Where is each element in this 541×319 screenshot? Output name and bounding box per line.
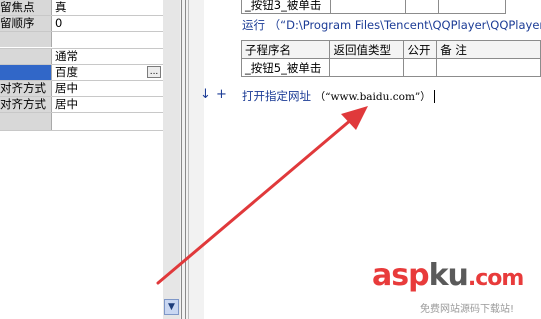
property-name (0, 113, 52, 130)
watermark-logo: aspku.com 免费网站源码下载站! (372, 258, 541, 319)
remark-cell[interactable] (436, 58, 541, 77)
ellipsis-button[interactable]: ... (147, 66, 161, 78)
property-value[interactable] (53, 32, 163, 47)
property-row[interactable]: 对齐方式 居中 (0, 97, 163, 113)
property-scrollbar[interactable] (163, 0, 180, 319)
property-row[interactable] (0, 32, 163, 49)
pane-splitter[interactable] (180, 0, 204, 319)
property-value[interactable]: 0 (53, 16, 163, 31)
property-value[interactable] (53, 113, 163, 128)
property-row[interactable] (0, 113, 163, 131)
property-name: 留焦点 (0, 0, 52, 15)
property-name (0, 65, 52, 80)
subroutine-name-cell[interactable]: _按钮5_被单击 (240, 58, 331, 77)
property-name: 对齐方式 (0, 81, 52, 96)
return-type-cell[interactable] (329, 58, 405, 77)
col-header-sub-name: 子程序名 (240, 40, 331, 59)
property-name: 对齐方式 (0, 97, 52, 112)
col-header-public: 公开 (403, 40, 438, 59)
chevron-down-icon: ▼ (168, 302, 175, 312)
col-header-remark: 备 注 (436, 40, 541, 59)
property-row[interactable]: 对齐方式 居中 (0, 81, 163, 97)
command-name: 打开指定网址 (242, 89, 311, 103)
run-statement: 运行 （“D:\Program Files\Tencent\QQPlayer\Q… (242, 18, 541, 32)
property-name: 留顺序 (0, 16, 52, 31)
property-grid: 留焦点 真 留顺序 0 通常 百度 ... 对齐方式 居中 对齐方式 居中 (0, 0, 164, 319)
property-name (0, 49, 52, 64)
text-caret (434, 90, 436, 103)
property-row[interactable]: 通常 (0, 49, 163, 65)
public-cell[interactable] (403, 58, 438, 77)
property-value[interactable]: 居中 (53, 81, 163, 96)
property-row-selected[interactable]: 百度 ... (0, 65, 163, 81)
arrow-down-icon: ↓ (200, 87, 211, 102)
scroll-down-button[interactable]: ▼ (164, 299, 179, 315)
prev-subroutine-table: _按钮3_被单击 (241, 0, 506, 14)
subroutine-table: 子程序名 返回值类型 公开 备 注 _按钮5_被单击 (240, 40, 541, 77)
property-row[interactable]: 留顺序 0 (0, 16, 163, 32)
property-value[interactable]: 真 (53, 0, 163, 15)
code-line-open-url[interactable]: 打开指定网址 （“www.baidu.com”） (242, 88, 436, 104)
property-name (0, 32, 52, 47)
watermark-subtitle: 免费网站源码下载站! (420, 304, 515, 315)
property-value[interactable]: 通常 (53, 49, 163, 64)
plus-icon[interactable]: + (216, 87, 227, 102)
code-line-run[interactable]: 运行 （“D:\Program Files\Tencent\QQPlayer\Q… (242, 17, 541, 33)
property-value[interactable]: 居中 (53, 97, 163, 112)
watermark-title: aspku.com (372, 258, 524, 293)
command-argument: （“www.baidu.com”） (314, 91, 431, 103)
subroutine-name-cell[interactable]: _按钮3_被单击 (241, 0, 331, 14)
col-header-return-type: 返回值类型 (329, 40, 405, 59)
property-row[interactable]: 留焦点 真 (0, 0, 163, 16)
